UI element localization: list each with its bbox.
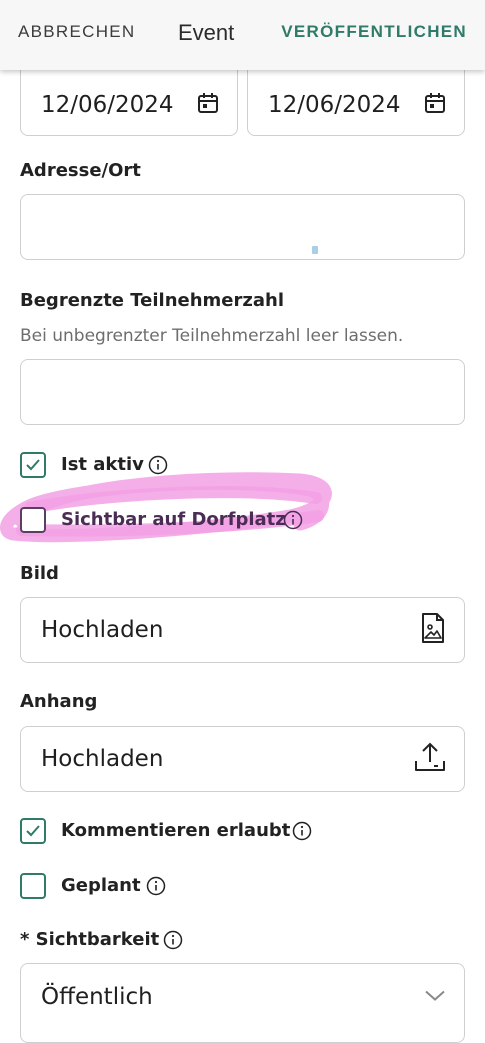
image-label: Bild [20, 563, 59, 584]
is-active-label: Ist aktiv [61, 454, 144, 475]
checkmark-icon [26, 459, 40, 471]
calendar-icon[interactable] [424, 92, 446, 118]
info-icon[interactable] [148, 455, 168, 479]
info-icon[interactable] [283, 510, 303, 534]
visible-dorfplatz-checkbox[interactable] [20, 507, 46, 533]
cancel-button[interactable]: ABBRECHEN [18, 22, 136, 42]
attachment-upload-button[interactable]: Hochladen [20, 726, 465, 792]
comments-allowed-checkbox[interactable] [20, 818, 46, 844]
attachment-upload-label: Hochladen [41, 746, 164, 772]
text-cursor [312, 246, 318, 254]
visibility-select[interactable]: Öffentlich [20, 963, 465, 1043]
visible-dorfplatz-label: Sichtbar auf Dorfplatz [61, 509, 286, 530]
attachment-label: Anhang [20, 691, 98, 712]
address-label: Adresse/Ort [20, 160, 141, 181]
comments-allowed-label: Kommentieren erlaubt [61, 820, 291, 841]
visibility-label: * Sichtbarkeit [20, 929, 160, 950]
info-icon[interactable] [292, 821, 312, 845]
participants-input[interactable] [20, 359, 465, 425]
publish-button[interactable]: VERÖFFENTLICHEN [281, 22, 467, 42]
participants-label: Begrenzte Teilnehmerzahl [20, 290, 284, 311]
top-app-bar: ABBRECHEN Event VERÖFFENTLICHEN [0, 0, 485, 70]
upload-icon [414, 741, 446, 777]
is-active-checkbox[interactable] [20, 452, 46, 478]
info-icon[interactable] [163, 930, 183, 954]
calendar-icon[interactable] [197, 92, 219, 118]
page-title: Event [178, 20, 235, 45]
info-icon[interactable] [146, 876, 166, 900]
image-file-icon [420, 612, 446, 648]
address-input[interactable] [20, 194, 465, 260]
planned-checkbox[interactable] [20, 873, 46, 899]
start-date-value: 12/06/2024 [41, 92, 174, 118]
participants-hint: Bei unbegrenzter Teilnehmerzahl leer las… [20, 326, 404, 346]
checkmark-icon [26, 825, 40, 837]
end-date-value: 12/06/2024 [268, 92, 401, 118]
image-upload-button[interactable]: Hochladen [20, 597, 465, 663]
planned-label: Geplant [61, 875, 141, 896]
image-upload-label: Hochladen [41, 617, 164, 643]
visibility-selected-value: Öffentlich [41, 984, 153, 1010]
chevron-down-icon [424, 988, 446, 1007]
